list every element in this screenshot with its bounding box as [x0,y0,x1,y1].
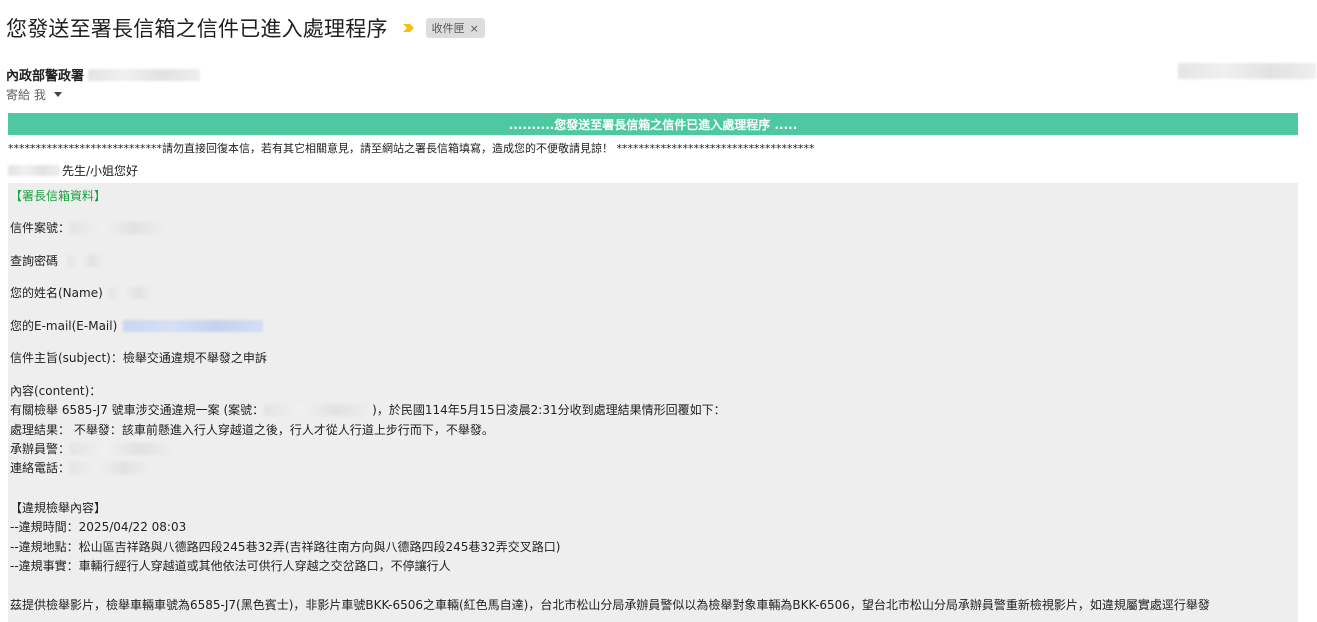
remove-label-icon[interactable]: × [470,22,479,35]
phone-label: 連絡電話： [10,461,71,475]
do-not-reply-notice: ****************************請勿直接回復本信，若有其… [8,142,815,155]
email-view: 您發送至署長信箱之信件已進入處理程序 收件匣 × 內政部警政署 寄給 我 ...… [0,0,1317,622]
redacted-sender-address [88,68,201,81]
sender-row: 內政部警政署 [6,65,201,84]
name-label: 您的姓名(Name) [10,286,103,300]
case-number-label: 信件案號： [10,221,71,235]
content-line-1-suffix: )，於民國114年5月15日凌晨2:31分收到處理結果情形回覆如下： [372,403,726,417]
status-banner: ..........您發送至署長信箱之信件已進入處理程序 ..... [8,113,1298,135]
violation-place: --違規地點：松山區吉祥路與八德路四段245巷32弄(吉祥路往南方向與八德路四段… [10,540,561,554]
email-subject: 您發送至署長信箱之信件已進入處理程序 [6,17,388,41]
query-password-label: 查詢密碼 [10,254,59,268]
sender-name: 內政部警政署 [6,69,85,84]
section-heading: 【署長信箱資料】 [10,189,107,203]
redacted-date [1178,63,1316,79]
greeting-text: 先生/小姐您好 [62,164,139,178]
email-row: 您的E-mail(E-Mail) [10,317,264,334]
greeting: 先生/小姐您好 [8,162,138,179]
content-line-1-prefix: 有關檢舉 6585-J7 號車涉交通違規一案 (案號： [10,403,265,417]
redacted-name-value [108,286,153,299]
content-line-1: 有關檢舉 6585-J7 號車涉交通違規一案 (案號： )，於民國114年5月1… [10,401,726,418]
inbox-label-text: 收件匣 [431,22,465,35]
redacted-password [68,254,105,267]
officer-label: 承辦員警： [10,442,71,456]
redacted-case-ref [264,403,373,416]
violation-fact: --違規事實：車輛行經行人穿越道或其他依法可供行人穿越之交岔路口，不停讓行人 [10,559,451,573]
redacted-phone [70,461,151,474]
inbox-label-chip[interactable]: 收件匣 × [425,18,485,38]
violation-time: --違規時間：2025/04/22 08:03 [10,520,187,534]
video-note: 茲提供檢舉影片，檢舉車輛車號為6585-J7(黑色賓士)，非影片車號BKK-65… [10,598,1210,612]
email-label: 您的E-mail(E-Mail) [10,319,118,333]
caret-down-icon[interactable] [53,92,62,97]
content-label: 內容(content)： [10,384,102,398]
name-row: 您的姓名(Name) [10,284,153,301]
redacted-case-number [70,221,167,234]
result-line: 處理結果： 不舉發：該車前懸進入行人穿越道之後，行人才從人行道上步行而下，不舉發… [10,423,494,437]
recipient-text: 寄給 我 [6,88,46,102]
phone-row: 連絡電話： [10,459,151,476]
redacted-officer [70,442,175,455]
subject-row: 您發送至署長信箱之信件已進入處理程序 收件匣 × [6,12,485,44]
redacted-name [8,165,60,176]
redacted-email-value [123,319,264,332]
recipient-row[interactable]: 寄給 我 [6,86,62,103]
importance-marker-icon[interactable] [402,21,416,35]
mailbox-info-panel: 【署長信箱資料】 信件案號： 查詢密碼 您的姓名(Name) 您的E-mail(… [8,183,1298,622]
subject-line: 信件主旨(subject)：檢舉交通違規不舉發之申訴 [10,351,267,365]
officer-row: 承辦員警： [10,440,175,457]
case-number-row: 信件案號： [10,219,167,236]
violation-heading: 【違規檢舉內容】 [10,501,107,515]
query-password-row: 查詢密碼 [10,252,105,269]
